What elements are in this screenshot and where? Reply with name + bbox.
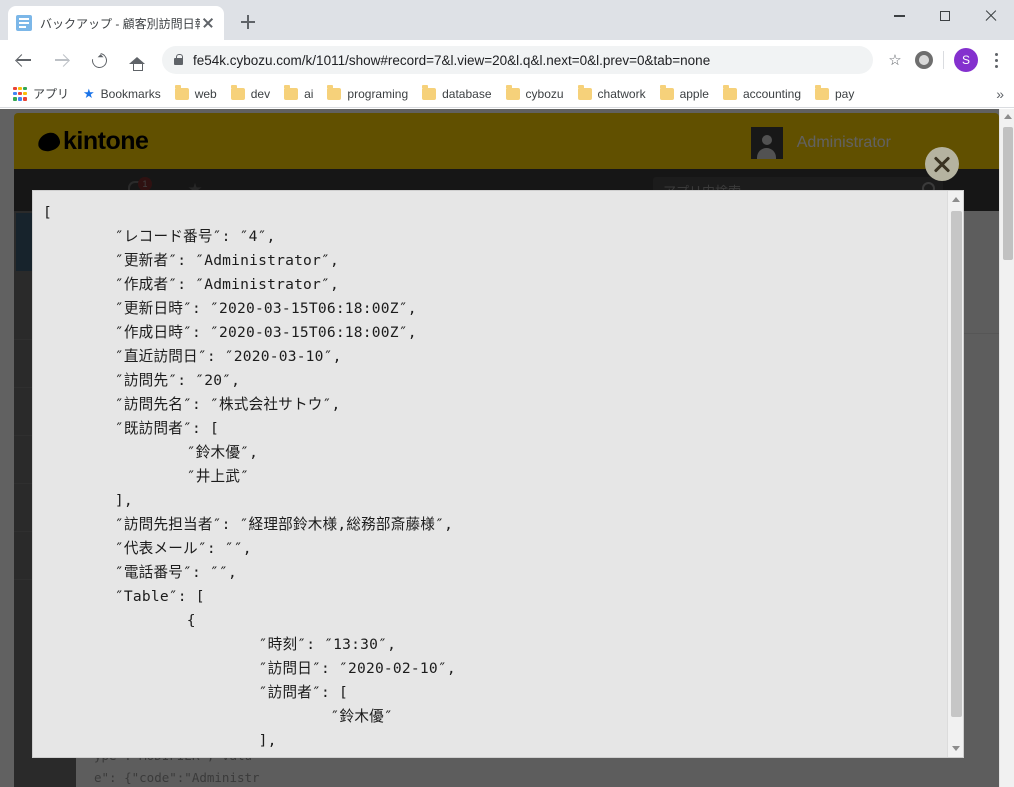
document-icon: [16, 15, 32, 31]
folder-icon: [505, 85, 520, 100]
tab-close-icon[interactable]: [200, 15, 216, 31]
apps-grid-icon: [13, 86, 27, 101]
forward-button[interactable]: [46, 45, 76, 75]
bookmark-item-apps[interactable]: アプリ: [6, 83, 76, 105]
bookmark-item-database[interactable]: database: [415, 83, 498, 105]
bookmark-item-dev[interactable]: dev: [224, 83, 277, 105]
bookmark-item-chatwork[interactable]: chatwork: [571, 83, 653, 105]
tab-strip: バックアップ - 顧客別訪問日報 - レコ: [0, 0, 1014, 40]
json-preview-body: [ ″レコード番号″: ″4″, ″更新者″: ″Administrator″,…: [33, 191, 947, 757]
forward-arrow-icon: [54, 53, 69, 68]
home-button[interactable]: [122, 45, 152, 75]
back-arrow-icon: [16, 53, 31, 68]
reload-icon: [88, 49, 110, 71]
page-scroll-up-arrow[interactable]: [1004, 114, 1012, 119]
folder-icon: [815, 85, 829, 100]
home-icon: [129, 56, 145, 71]
star-icon: ★: [83, 86, 95, 101]
bookmark-label: accounting: [742, 86, 801, 101]
page-viewport: kintone Administrator 1 ★ アプリ内検索: [0, 109, 1014, 787]
bookmark-label: アプリ: [33, 87, 70, 101]
back-button[interactable]: [8, 45, 38, 75]
bookmark-item-web[interactable]: web: [168, 83, 224, 105]
page-scroll-thumb[interactable]: [1003, 127, 1013, 260]
browser-menu-icon[interactable]: [984, 46, 1008, 74]
browser-window: バックアップ - 顧客別訪問日報 - レコ fe54k.cybozu.com/k…: [0, 0, 1014, 787]
folder-icon: [284, 85, 299, 100]
reload-button[interactable]: [84, 45, 114, 75]
browser-tab[interactable]: バックアップ - 顧客別訪問日報 - レコ: [8, 6, 224, 40]
bookmark-item-apple[interactable]: apple: [653, 83, 716, 105]
bookmark-item-bookmarks[interactable]: ★ Bookmarks: [76, 83, 168, 105]
bookmark-label: cybozu: [525, 86, 564, 101]
bookmark-label: pay: [835, 86, 855, 101]
page-scrollbar[interactable]: [999, 109, 1014, 787]
json-content: [ ″レコード番号″: ″4″, ″更新者″: ″Administrator″,…: [43, 204, 456, 749]
folder-icon: [422, 85, 437, 100]
bookmark-item-programing[interactable]: programing: [320, 83, 415, 105]
bookmark-label: web: [194, 86, 217, 101]
bookmark-label: ai: [304, 86, 314, 101]
modal-scrollbar[interactable]: [947, 191, 963, 757]
minimize-button[interactable]: [876, 0, 922, 32]
scroll-up-arrow[interactable]: [952, 197, 960, 202]
folder-icon: [327, 85, 342, 100]
bookmark-label: Bookmarks: [100, 86, 161, 101]
bookmarks-bar: アプリ ★ Bookmarks web dev ai programing da…: [0, 80, 1014, 108]
modal-scroll-thumb[interactable]: [951, 211, 962, 717]
bookmark-star-icon[interactable]: ☆: [881, 46, 909, 74]
toolbar-divider: [943, 51, 944, 69]
bookmark-item-accounting[interactable]: accounting: [716, 83, 808, 105]
bookmark-item-cybozu[interactable]: cybozu: [499, 83, 571, 105]
scroll-down-arrow[interactable]: [952, 746, 960, 751]
bookmark-label: chatwork: [597, 86, 646, 101]
address-bar[interactable]: fe54k.cybozu.com/k/1011/show#record=7&l.…: [162, 46, 873, 74]
maximize-button[interactable]: [922, 0, 968, 32]
json-preview-modal: [ ″レコード番号″: ″4″, ″更新者″: ″Administrator″,…: [32, 190, 964, 758]
folder-icon: [577, 85, 592, 100]
lock-icon: [174, 53, 183, 65]
new-tab-button[interactable]: [236, 10, 260, 34]
bookmark-item-pay[interactable]: pay: [808, 83, 861, 105]
profile-avatar[interactable]: S: [954, 48, 978, 72]
window-close-button[interactable]: [968, 0, 1014, 32]
tab-title: バックアップ - 顧客別訪問日報 - レコ: [40, 16, 200, 31]
bookmark-label: dev: [250, 86, 271, 101]
bookmark-item-ai[interactable]: ai: [277, 83, 320, 105]
bookmark-label: programing: [347, 86, 409, 101]
bookmarks-overflow-icon[interactable]: »: [986, 86, 1014, 102]
bookmark-label: database: [442, 86, 492, 101]
folder-icon: [659, 85, 674, 100]
bookmark-label: apple: [679, 86, 709, 101]
window-controls: [876, 0, 1014, 32]
url-text: fe54k.cybozu.com/k/1011/show#record=7&l.…: [193, 52, 711, 68]
folder-icon: [722, 85, 737, 100]
folder-icon: [230, 85, 245, 100]
folder-icon: [174, 85, 189, 100]
close-icon[interactable]: [925, 147, 959, 181]
browser-toolbar: fe54k.cybozu.com/k/1011/show#record=7&l.…: [0, 40, 1014, 80]
extension-icon[interactable]: [915, 51, 933, 69]
